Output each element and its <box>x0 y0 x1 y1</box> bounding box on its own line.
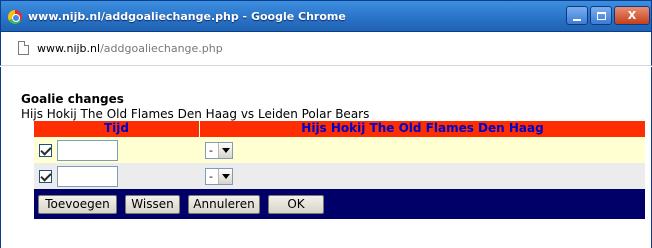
chrome-icon <box>8 10 22 24</box>
chevron-down-icon[interactable] <box>218 142 232 158</box>
maximize-icon <box>596 12 606 20</box>
time-cell <box>34 139 200 161</box>
window-title-bar: www.nijb.nl/addgoaliechange.php - Google… <box>0 0 652 32</box>
button-bar: Toevoegen Wissen Annuleren OK <box>34 189 645 219</box>
page-content: Goalie changes Hijs Hokij The Old Flames… <box>0 67 652 248</box>
address-bar[interactable]: www.nijb.nl/addgoaliechange.php <box>0 32 652 66</box>
chevron-down-icon[interactable] <box>218 168 232 184</box>
ok-button[interactable]: OK <box>268 194 324 214</box>
time-cell <box>34 165 200 187</box>
clear-button[interactable]: Wissen <box>125 194 180 214</box>
time-input[interactable] <box>57 139 118 161</box>
table-row: - <box>34 137 645 163</box>
page-heading: Goalie changes <box>21 92 124 106</box>
table-header: Tijd Hijs Hokij The Old Flames Den Haag <box>34 121 645 137</box>
goalie-cell: - <box>200 167 645 185</box>
row-checkbox[interactable] <box>39 169 52 183</box>
window-title: www.nijb.nl/addgoaliechange.php - Google… <box>28 10 346 23</box>
goalie-select-value: - <box>209 143 213 157</box>
goalie-change-table: Tijd Hijs Hokij The Old Flames Den Haag … <box>34 121 645 219</box>
table-row: - <box>34 163 645 189</box>
close-button[interactable]: X <box>614 6 650 25</box>
column-header-team: Hijs Hokij The Old Flames Den Haag <box>301 121 544 135</box>
close-icon: X <box>627 9 637 22</box>
minimize-icon <box>573 19 581 21</box>
add-button[interactable]: Toevoegen <box>38 194 117 214</box>
url-path: /addgoaliechange.php <box>100 42 223 55</box>
goalie-select[interactable]: - <box>205 167 233 185</box>
goalie-cell: - <box>200 141 645 159</box>
maximize-button[interactable] <box>590 6 612 25</box>
url-host: www.nijb.nl <box>37 42 101 55</box>
goalie-select[interactable]: - <box>205 141 233 159</box>
time-input[interactable] <box>57 165 118 187</box>
cancel-button[interactable]: Annuleren <box>188 194 260 214</box>
column-header-time: Tijd <box>34 121 200 137</box>
minimize-button[interactable] <box>566 6 588 25</box>
page-icon <box>18 41 29 55</box>
url-text[interactable]: www.nijb.nl/addgoaliechange.php <box>37 42 223 55</box>
match-title: Hijs Hokij The Old Flames Den Haag vs Le… <box>21 107 370 121</box>
row-checkbox[interactable] <box>39 143 52 157</box>
goalie-select-value: - <box>209 169 213 183</box>
